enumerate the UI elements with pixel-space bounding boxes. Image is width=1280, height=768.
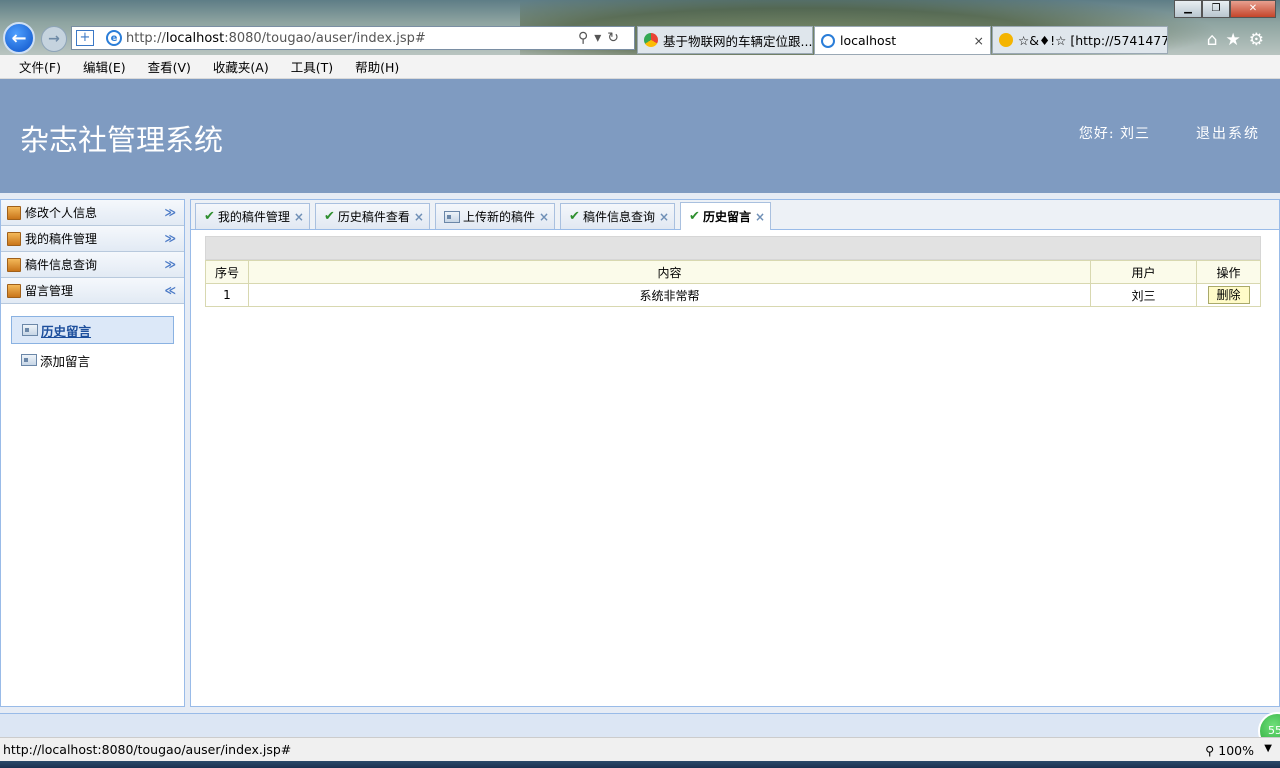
cell-user: 刘三 xyxy=(1090,283,1197,307)
star-favicon-icon xyxy=(999,33,1013,47)
col-content-header: 内容 xyxy=(248,260,1091,284)
sidebar-nav-list: 历史留言 添加留言 xyxy=(1,304,184,388)
browser-tab-3[interactable]: ☆&♦!☆ [http://57414774... xyxy=(992,26,1168,54)
cell-action: 删除 xyxy=(1196,283,1261,307)
menu-tools[interactable]: 工具(T) xyxy=(280,57,344,76)
check-icon: ✔ xyxy=(323,209,335,224)
check-icon: ✔ xyxy=(569,209,580,224)
menu-view[interactable]: 查看(V) xyxy=(137,57,202,76)
table-row: 1 系统非常帮 刘三 删除 xyxy=(205,283,1261,307)
browser-tab-2[interactable]: localhost × xyxy=(814,26,991,55)
folder-icon xyxy=(7,257,21,272)
grid-title-bar xyxy=(205,236,1261,260)
folder-icon xyxy=(7,205,21,220)
folder-icon xyxy=(7,231,21,246)
sidebar-item-message-history[interactable]: 历史留言 xyxy=(11,316,174,344)
check-icon: ✔ xyxy=(689,209,700,224)
col-index-header: 序号 xyxy=(205,260,249,284)
message-table: 序号 内容 用户 操作 1 系统非常帮 刘三 删除 xyxy=(205,260,1261,307)
close-window-button[interactable]: ✕ xyxy=(1230,0,1276,18)
card-icon xyxy=(22,324,38,336)
app-title: 杂志社管理系统 xyxy=(20,123,224,157)
close-tab-icon[interactable]: × xyxy=(414,210,424,224)
close-tab-icon[interactable]: × xyxy=(966,33,984,48)
card-icon xyxy=(443,210,460,223)
folder-icon xyxy=(7,283,21,298)
home-star-gear-icons[interactable]: ⌂★⚙ xyxy=(1207,30,1272,50)
browser-chrome: ▁ ❐ ✕ ← → + e http://localhost:8080/toug… xyxy=(0,0,1280,55)
expand-icon[interactable]: ≫ xyxy=(164,206,176,219)
south-panel xyxy=(0,713,1280,737)
cell-content: 系统非常帮 xyxy=(248,283,1091,307)
tab-strip: ✔ 我的稿件管理 × ✔ 历史稿件查看 × 上传新的稿件 × ✔ 稿件信息查询 … xyxy=(191,200,1279,230)
card-icon xyxy=(21,354,37,366)
back-button[interactable]: ← xyxy=(3,22,35,54)
sidebar-section-query[interactable]: 稿件信息查询 ≫ xyxy=(1,252,184,278)
close-tab-icon[interactable]: × xyxy=(539,210,549,224)
os-taskbar xyxy=(0,761,1280,768)
close-tab-icon[interactable]: × xyxy=(659,210,669,224)
main-panel: ✔ 我的稿件管理 × ✔ 历史稿件查看 × 上传新的稿件 × ✔ 稿件信息查询 … xyxy=(190,199,1280,707)
tab-manuscript-query[interactable]: ✔ 稿件信息查询 × xyxy=(560,203,676,229)
zoom-dropdown-icon[interactable]: ▼ xyxy=(1264,743,1272,754)
browser-tab-1[interactable]: 基于物联网的车辆定位跟... xyxy=(637,26,813,54)
menu-bar: 文件(F) 编辑(E) 查看(V) 收藏夹(A) 工具(T) 帮助(H) xyxy=(0,55,1280,79)
sidebar-section-manuscripts[interactable]: 我的稿件管理 ≫ xyxy=(1,226,184,252)
message-grid: 序号 内容 用户 操作 1 系统非常帮 刘三 删除 xyxy=(205,236,1261,307)
layout-body: 修改个人信息 ≫ 我的稿件管理 ≫ 稿件信息查询 ≫ 留言管理 ≪ 历史留言 添… xyxy=(0,193,1280,713)
status-url: http://localhost:8080/tougao/auser/index… xyxy=(3,742,292,757)
ie-favicon-icon xyxy=(821,33,835,48)
browser-status-bar: http://localhost:8080/tougao/auser/index… xyxy=(0,737,1280,761)
close-tab-icon[interactable]: × xyxy=(294,210,304,224)
ie-page-icon: e xyxy=(106,30,122,46)
tab-history-manuscripts[interactable]: ✔ 历史稿件查看 × xyxy=(314,203,430,229)
user-greeting: 您好: 刘三 xyxy=(1078,126,1150,142)
chrome-favicon-icon xyxy=(644,33,658,47)
back-arrow-icon: ← xyxy=(11,27,27,49)
tab-message-history[interactable]: ✔ 历史留言 × xyxy=(680,202,772,230)
menu-edit[interactable]: 编辑(E) xyxy=(72,57,137,76)
col-action-header: 操作 xyxy=(1196,260,1261,284)
expand-icon[interactable]: ≫ xyxy=(164,232,176,245)
sidebar-item-add-message[interactable]: 添加留言 xyxy=(11,346,174,374)
tab-upload-manuscript[interactable]: 上传新的稿件 × xyxy=(434,203,556,229)
forward-button[interactable]: → xyxy=(41,26,67,52)
app-header: 杂志社管理系统 您好: 刘三 退出系统 xyxy=(0,79,1280,193)
zoom-icon: ⚲ xyxy=(1205,743,1215,758)
expand-icon[interactable]: ≫ xyxy=(164,258,176,271)
col-user-header: 用户 xyxy=(1090,260,1197,284)
add-favorite-icon[interactable]: + xyxy=(76,30,94,46)
search-refresh-icons[interactable]: ⚲▾↻ xyxy=(578,30,634,46)
sidebar: 修改个人信息 ≫ 我的稿件管理 ≫ 稿件信息查询 ≫ 留言管理 ≪ 历史留言 添… xyxy=(0,199,185,707)
tab-my-manuscripts[interactable]: ✔ 我的稿件管理 × xyxy=(195,203,310,229)
delete-button[interactable]: 删除 xyxy=(1207,286,1250,304)
sidebar-section-messages[interactable]: 留言管理 ≪ xyxy=(1,278,184,304)
sidebar-section-profile[interactable]: 修改个人信息 ≫ xyxy=(1,200,184,226)
forward-arrow-icon: → xyxy=(48,31,60,47)
window-controls: ▁ ❐ ✕ xyxy=(1174,0,1276,18)
zoom-level[interactable]: ⚲ 100% xyxy=(1205,743,1254,758)
address-url[interactable]: http://localhost:8080/tougao/auser/index… xyxy=(126,31,578,46)
check-icon: ✔ xyxy=(204,209,215,224)
cell-index: 1 xyxy=(205,283,249,307)
collapse-icon[interactable]: ≪ xyxy=(164,284,176,297)
table-header-row: 序号 内容 用户 操作 xyxy=(205,260,1261,284)
menu-favorites[interactable]: 收藏夹(A) xyxy=(202,57,280,76)
restore-button[interactable]: ❐ xyxy=(1202,0,1230,18)
menu-help[interactable]: 帮助(H) xyxy=(344,57,410,76)
address-bar[interactable]: + e http://localhost:8080/tougao/auser/i… xyxy=(71,26,635,50)
minimize-button[interactable]: ▁ xyxy=(1174,0,1202,18)
logout-link[interactable]: 退出系统 xyxy=(1196,123,1260,143)
close-tab-icon[interactable]: × xyxy=(755,210,765,224)
menu-file[interactable]: 文件(F) xyxy=(8,57,72,76)
